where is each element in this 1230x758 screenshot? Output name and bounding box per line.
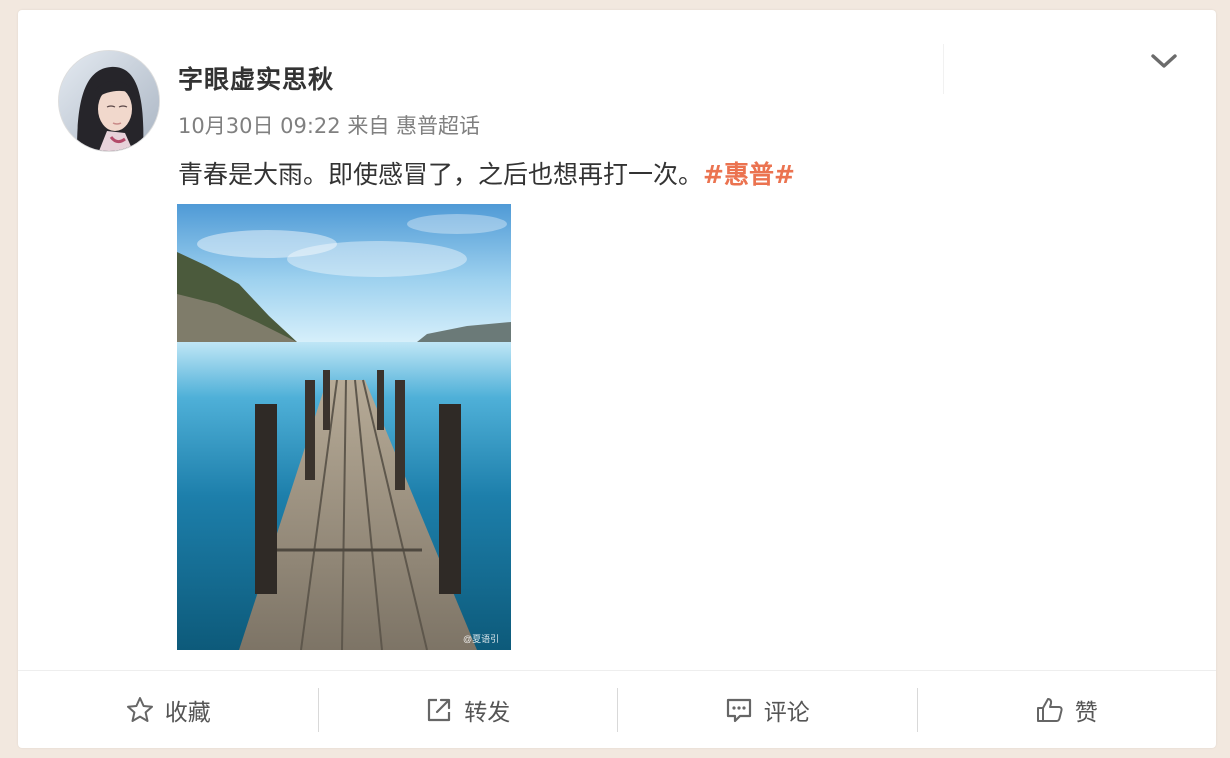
pier-photo: @夏语引 <box>177 204 511 650</box>
favorite-button[interactable]: 收藏 <box>18 671 318 748</box>
divider <box>943 44 944 94</box>
post-meta: 10月30日 09:22 来自 惠普超话 <box>178 110 480 140</box>
expand-menu-button[interactable] <box>1148 48 1180 74</box>
favorite-label: 收藏 <box>164 699 211 726</box>
share-arrow-icon <box>424 695 454 725</box>
comment-button[interactable]: 评论 <box>617 671 917 748</box>
post-source[interactable]: 惠普超话 <box>396 114 480 138</box>
avatar-portrait <box>59 51 159 151</box>
username[interactable]: 字眼虚实思秋 <box>178 60 334 96</box>
topic-link[interactable]: #惠普# <box>703 160 795 189</box>
post-text: 青春是大雨。即使感冒了，之后也想再打一次。#惠普# <box>178 155 795 191</box>
post-time[interactable]: 10月30日 09:22 <box>178 114 341 138</box>
repost-button[interactable]: 转发 <box>317 671 618 748</box>
chevron-down-icon <box>1151 54 1177 68</box>
post-body: 青春是大雨。即使感冒了，之后也想再打一次。 <box>178 160 704 189</box>
action-bar: 收藏 转发 评论 赞 <box>18 671 1216 748</box>
image-watermark: @夏语引 <box>463 634 499 644</box>
comment-label: 评论 <box>763 699 810 726</box>
repost-label: 转发 <box>464 699 511 726</box>
weibo-post-card: 字眼虚实思秋 10月30日 09:22 来自 惠普超话 青春是大雨。即使感冒了，… <box>18 10 1216 748</box>
thumbs-up-icon <box>1035 695 1065 725</box>
star-icon <box>125 695 155 725</box>
like-button[interactable]: 赞 <box>916 671 1217 748</box>
avatar[interactable] <box>58 50 160 152</box>
post-image[interactable]: @夏语引 <box>177 204 511 650</box>
via-label: 来自 <box>347 114 390 138</box>
like-label: 赞 <box>1074 699 1098 726</box>
comment-bubble-icon <box>724 695 754 725</box>
